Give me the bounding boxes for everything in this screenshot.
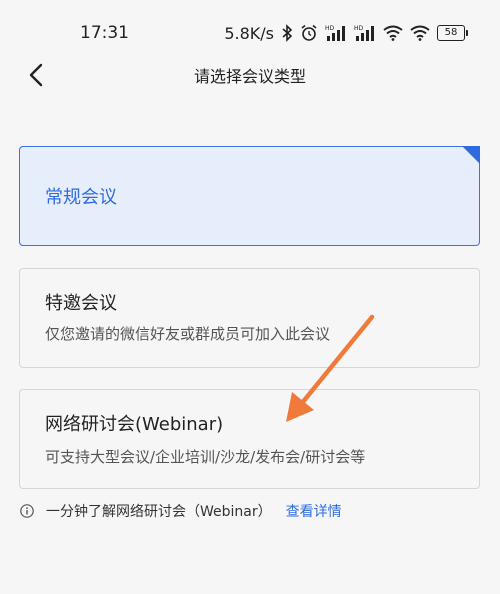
meeting-type-title: 网络研讨会(Webinar) (45, 414, 224, 435)
meeting-type-webinar[interactable]: 网络研讨会(Webinar) 可支持大型会议/企业培训/沙龙/发布会/研讨会等 (19, 389, 480, 489)
battery-icon: 58 (437, 25, 468, 41)
info-icon (20, 504, 34, 518)
signal-hd-icon: HD (325, 25, 345, 41)
bluetooth-icon (282, 24, 293, 42)
meeting-type-description: 仅您邀请的微信好友或群成员可加入此会议 (45, 325, 331, 343)
meeting-type-description: 可支持大型会议/企业培训/沙龙/发布会/研讨会等 (45, 448, 366, 466)
meeting-type-regular[interactable]: 常规会议 (19, 146, 480, 246)
view-details-link[interactable]: 查看详情 (286, 501, 342, 521)
selected-corner-marker (462, 146, 480, 164)
meeting-type-title: 特邀会议 (45, 293, 117, 314)
webinar-info-row: 一分钟了解网络研讨会（Webinar） 查看详情 (20, 500, 342, 522)
status-time: 17:31 (80, 23, 129, 43)
meeting-type-title: 常规会议 (45, 187, 117, 208)
info-text: 一分钟了解网络研讨会（Webinar） (46, 504, 272, 520)
alarm-icon (301, 24, 317, 41)
network-speed: 5.8K/s (224, 23, 274, 43)
status-icons: 5.8K/s HD HD 58 (224, 22, 468, 44)
signal-hd-icon: HD (354, 25, 374, 41)
battery-level: 58 (437, 25, 465, 41)
svg-text:HD: HD (325, 25, 335, 32)
svg-text:HD: HD (354, 25, 364, 32)
page-title: 请选择会议类型 (193, 67, 306, 86)
wifi-icon (410, 25, 430, 41)
wifi-icon (383, 25, 403, 41)
status-bar: 17:31 5.8K/s HD HD 58 (0, 0, 500, 60)
meeting-type-special[interactable]: 特邀会议 仅您邀请的微信好友或群成员可加入此会议 (19, 268, 480, 368)
nav-bar: 请选择会议类型 (0, 60, 500, 96)
